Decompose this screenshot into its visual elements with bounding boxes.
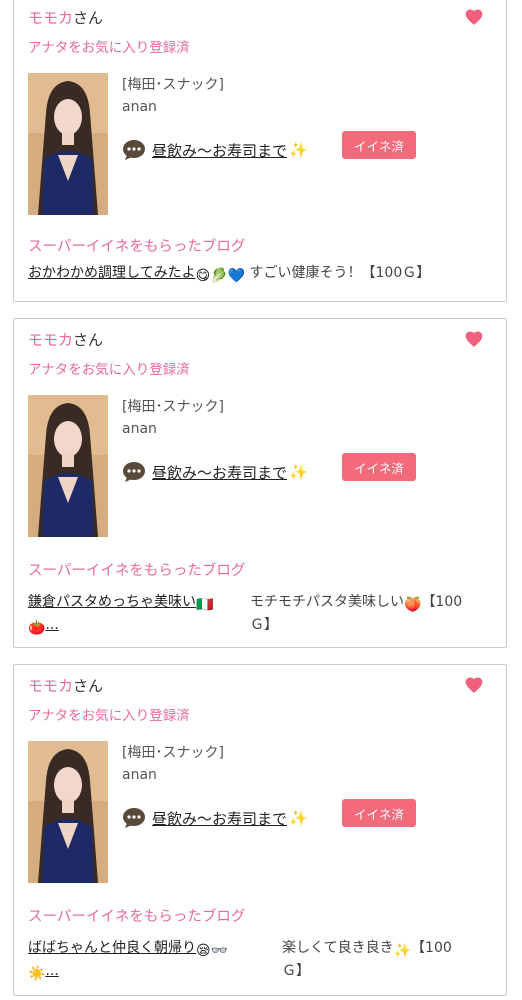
message-link[interactable]: 昼飲み〜お寿司まで [152,140,287,161]
blog-comment: 楽しくて良き良き✨【100 Ｇ】 [282,940,452,979]
blog-comment: すごい健康そう！【100Ｇ】 [249,265,431,281]
cast-id: anan [122,99,157,115]
like-button[interactable]: イイネ済 [342,799,416,827]
super-like-heading: スーパーイイネをもらったブログ [28,239,246,255]
heart-icon[interactable] [464,675,484,695]
super-like-heading: スーパーイイネをもらったブログ [28,909,246,925]
message-link[interactable]: 昼飲み〜お寿司まで [152,462,287,483]
speech-bubble-icon [123,808,145,828]
sparkle-icon: ✨ [289,809,308,827]
sparkle-icon: ✨ [393,943,412,959]
cast-name-row: モモカさん [28,8,103,28]
shop-label: [梅田･スナック] [122,77,224,93]
favorite-status: アナタをお気に入り登録済 [28,708,190,724]
honorific: さん [73,331,104,349]
sparkle-icon: ✨ [289,463,308,481]
sparkle-icon: ✨ [289,141,308,159]
shop-label: [梅田･スナック] [122,399,224,415]
favorite-card-3: モモカさん アナタをお気に入り登録済 [梅田･スナック] anan 昼飲み〜お寿… [13,664,507,996]
cast-name-row: モモカさん [28,676,103,696]
yum-face-icon: 😋🥬💙 [195,268,246,284]
speech-bubble-icon [123,462,145,482]
sleepy-face-icon: 😪👓 [196,943,229,959]
blog-entry: おかわかめ調理してみたよ😋🥬💙 すごい健康そう！【100Ｇ】 [28,263,498,286]
heart-icon[interactable] [464,7,484,27]
heart-icon[interactable] [464,329,484,349]
cast-name-link[interactable]: モモカ [28,331,73,349]
peach-icon: 🍑 [404,597,422,613]
cast-name-link[interactable]: モモカ [28,677,73,695]
favorite-status: アナタをお気に入り登録済 [28,40,190,56]
cast-photo[interactable] [28,395,108,537]
message-row: 昼飲み〜お寿司まで ✨ [122,139,308,161]
italy-flag-icon: 🇮🇹 [196,597,214,613]
tomato-icon: 🍅 [28,620,46,636]
super-like-heading: スーパーイイネをもらったブログ [28,563,246,579]
like-button[interactable]: イイネ済 [342,453,416,481]
honorific: さん [73,9,104,27]
favorite-card-2: モモカさん アナタをお気に入り登録済 [梅田･スナック] anan 昼飲み〜お寿… [13,318,507,648]
cast-photo[interactable] [28,73,108,215]
cast-photo[interactable] [28,741,108,883]
blog-link[interactable]: おかわかめ調理してみたよ😋🥬💙 [28,265,245,284]
shop-label: [梅田･スナック] [122,745,224,761]
like-button[interactable]: イイネ済 [342,131,416,159]
blog-comment: モチモチパスタ美味しい🍑【100 Ｇ】 [250,594,463,633]
message-link[interactable]: 昼飲み〜お寿司まで [152,808,287,829]
cast-name-row: モモカさん [28,330,103,350]
blog-link[interactable]: ばばちゃんと仲良く朝帰り😪👓 ☀️... [28,938,268,984]
honorific: さん [73,677,104,695]
cast-id: anan [122,421,157,437]
message-row: 昼飲み〜お寿司まで ✨ [122,461,308,483]
sun-icon: ☀️ [28,966,46,982]
speech-bubble-icon [123,140,145,160]
blog-link[interactable]: 鎌倉パスタめっちゃ美味い🇮🇹 🍅... [28,592,238,638]
message-row: 昼飲み〜お寿司まで ✨ [122,807,308,829]
favorite-status: アナタをお気に入り登録済 [28,362,190,378]
cast-id: anan [122,767,157,783]
favorite-card-1: モモカさん アナタをお気に入り登録済 [梅田･スナック] anan 昼飲み〜お寿… [13,0,507,302]
cast-name-link[interactable]: モモカ [28,9,73,27]
